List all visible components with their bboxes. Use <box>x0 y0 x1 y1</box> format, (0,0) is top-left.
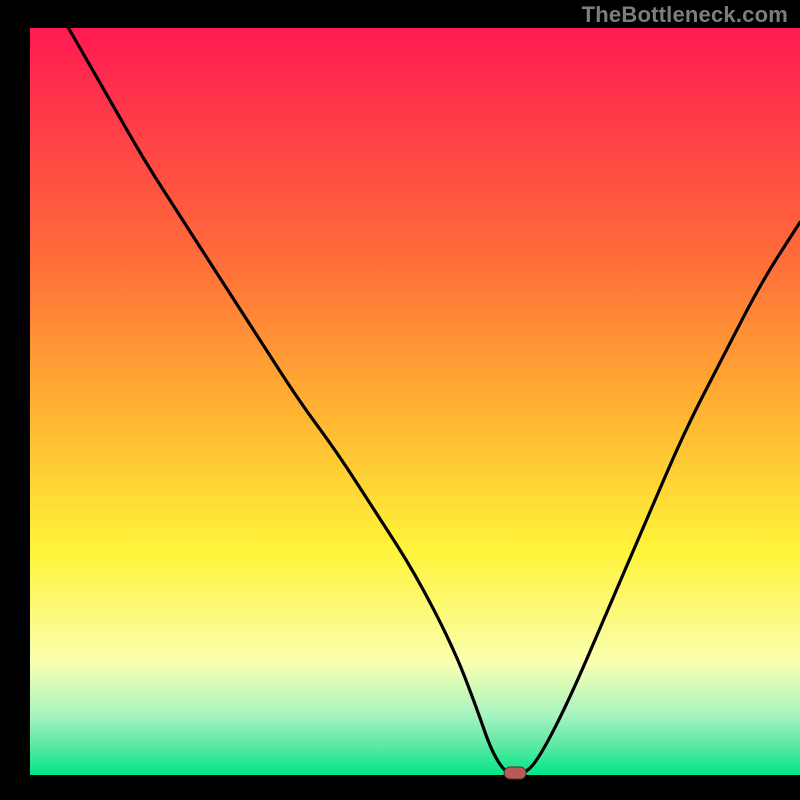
watermark-text: TheBottleneck.com <box>582 2 788 28</box>
chart-svg <box>0 0 800 800</box>
left-margin <box>0 0 30 800</box>
bottom-margin <box>0 775 800 800</box>
optimum-marker <box>504 767 526 779</box>
plot-area <box>30 28 800 775</box>
chart-frame: { "watermark": "TheBottleneck.com", "col… <box>0 0 800 800</box>
